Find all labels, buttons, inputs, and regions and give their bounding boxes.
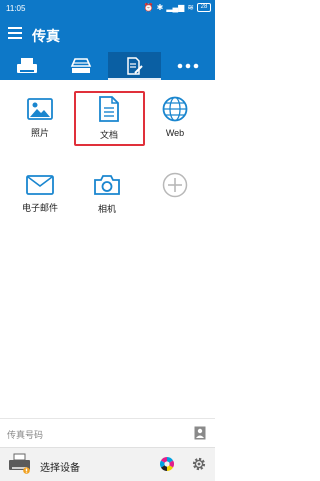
gear-icon[interactable] (191, 456, 207, 472)
status-bar: 11:05 ⏰ ✱ ▂▄▆ ≋ 28 (0, 0, 215, 18)
wifi-icon: ≋ (187, 3, 194, 12)
alarm-icon: ⏰ (143, 3, 154, 12)
tab-document[interactable] (107, 52, 162, 80)
contact-book-icon[interactable] (194, 426, 206, 440)
fax-number-placeholder: 传真号码 (7, 430, 44, 440)
tile-camera[interactable]: 相机 (77, 174, 137, 236)
status-time: 11:05 (6, 4, 26, 13)
more-icon (177, 63, 199, 69)
app-bar: 传真 (0, 18, 215, 52)
fax-number-field[interactable]: 传真号码 (0, 418, 215, 447)
fax-machine-icon (16, 58, 37, 73)
camera-icon (94, 175, 120, 195)
tile-web-label: Web (165, 128, 185, 138)
tab-scan[interactable] (54, 52, 108, 80)
printer-icon (9, 453, 30, 474)
add-icon (162, 172, 188, 198)
email-icon (26, 175, 54, 195)
tile-photo-label: 照片 (30, 128, 49, 138)
tile-add[interactable] (145, 172, 205, 234)
document-edit-icon (127, 57, 144, 75)
page-title: 传真 (32, 28, 60, 44)
tab-fax[interactable] (0, 52, 54, 80)
photo-icon (27, 98, 53, 120)
ink-level-icon[interactable] (160, 457, 174, 471)
tile-email-label: 电子邮件 (21, 203, 58, 213)
tile-camera-label: 相机 (97, 204, 116, 214)
tile-email[interactable]: 电子邮件 (10, 175, 70, 237)
tile-web[interactable]: Web (145, 96, 205, 158)
battery-icon: 28 (197, 3, 211, 12)
globe-icon (162, 96, 188, 122)
signal-icon: ▂▄▆ (166, 3, 185, 12)
document-icon (99, 96, 119, 122)
scanner-icon (70, 58, 91, 73)
bluetooth-icon: ✱ (156, 3, 164, 12)
tile-photo[interactable]: 照片 (10, 98, 70, 160)
tile-document-label: 文档 (99, 130, 118, 140)
hamburger-menu-icon[interactable] (8, 27, 22, 41)
tab-bar (0, 52, 215, 80)
device-selector[interactable]: 选择设备 (0, 447, 215, 481)
tab-more[interactable] (161, 52, 215, 80)
tile-document[interactable]: 文档 (79, 96, 139, 158)
status-icons: ⏰ ✱ ▂▄▆ ≋ 28 (144, 3, 211, 12)
select-device-label: 选择设备 (40, 463, 80, 474)
